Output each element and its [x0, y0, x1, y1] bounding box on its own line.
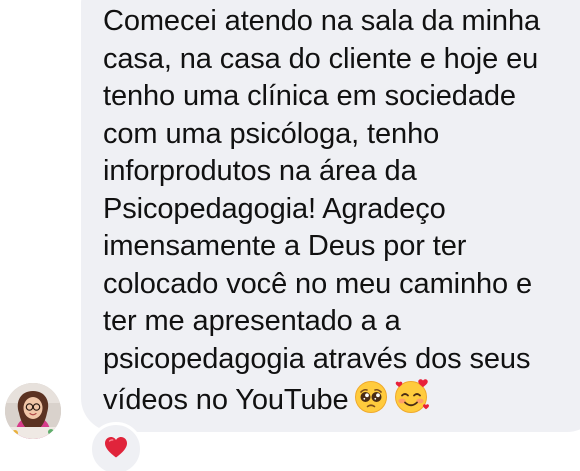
message-line: tenho uma clínica em sociedade	[103, 80, 516, 112]
message-line: colocado você no meu caminho e	[103, 267, 533, 300]
chat-thread: Comecei atendo na sala da minha casa, na…	[0, 0, 580, 471]
message-line: ter me apresentado a a	[103, 305, 401, 337]
message-line: casa, na casa do cliente e hoje eu	[103, 42, 539, 75]
message-last-line: vídeos no YouTube	[103, 378, 573, 425]
message-line: inforprodutos na área da	[103, 155, 417, 187]
message-line: Psicopedagogia! Agradeço	[103, 192, 446, 225]
sender-avatar[interactable]	[5, 383, 61, 439]
message-line: com uma psicóloga, tenho	[103, 117, 440, 150]
message-line: imensamente a Deus por ter	[103, 230, 467, 262]
heart-reaction[interactable]	[89, 422, 143, 471]
smiling-face-with-hearts-emoji	[393, 378, 431, 425]
message-line: Comecei atendo na sala da minha	[103, 5, 541, 37]
message-line: psicopedagogia através dos seus	[103, 342, 531, 375]
pleading-face-emoji	[354, 380, 388, 425]
red-heart-icon	[103, 435, 129, 464]
message-text: Comecei atendo na sala da minha casa, na…	[103, 3, 573, 425]
message-line: vídeos no YouTube	[103, 384, 349, 416]
